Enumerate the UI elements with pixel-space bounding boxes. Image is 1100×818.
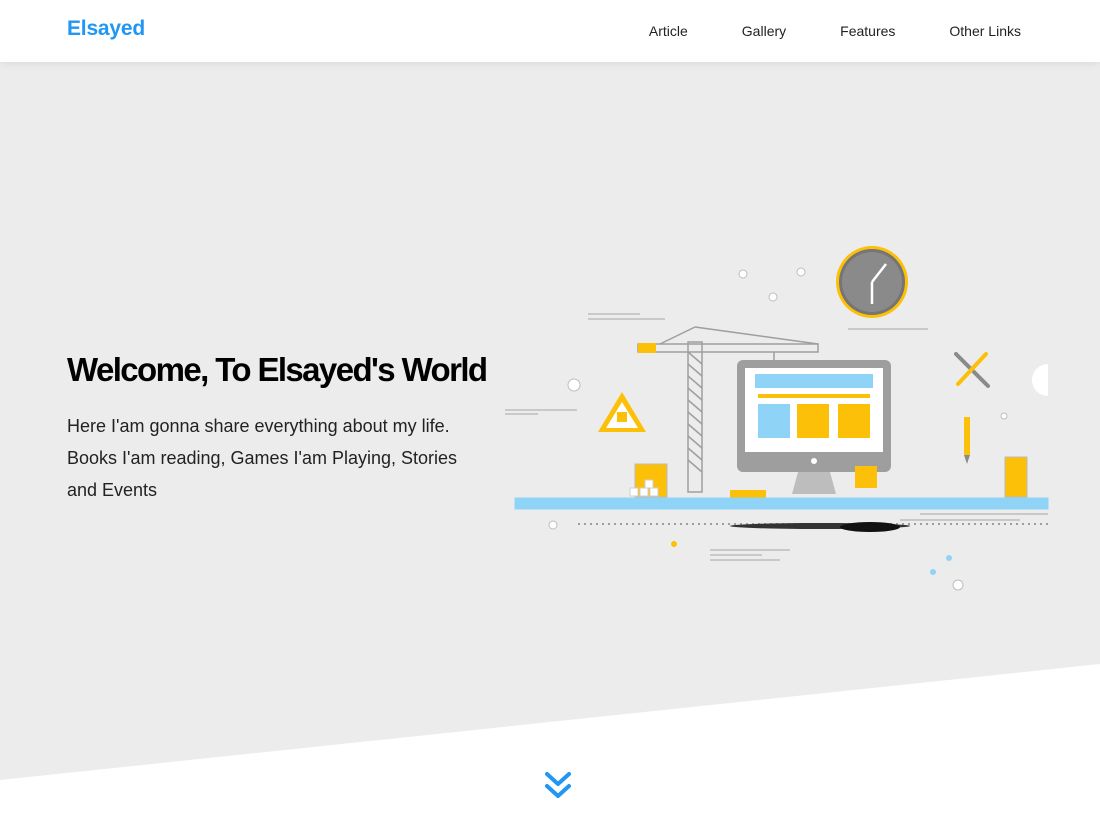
blue-dots xyxy=(930,555,952,575)
hero-description: Here I'am gonna share everything about m… xyxy=(67,416,458,500)
nav-link-features[interactable]: Features xyxy=(813,0,922,62)
nav-item-features: Features xyxy=(813,0,922,62)
floor-strip xyxy=(514,497,1049,510)
construction-illustration xyxy=(505,246,1049,591)
main-nav: Article Gallery Features Other Links xyxy=(622,0,1021,62)
hero-title: Welcome, To Elsayed's World xyxy=(67,351,488,388)
hero-text: Welcome, To Elsayed's World Here I'am go… xyxy=(67,348,488,506)
nav-item-other-links: Other Links xyxy=(922,0,1021,62)
landing-section: Welcome, To Elsayed's World Here I'am go… xyxy=(0,62,1100,818)
shadow-smudge-dark xyxy=(840,522,900,532)
warning-sign-icon xyxy=(598,392,646,432)
half-circle xyxy=(1032,364,1048,396)
yellow-small-block xyxy=(730,490,766,498)
clock-icon xyxy=(836,246,908,318)
nav-link-other-links[interactable]: Other Links xyxy=(922,0,1021,62)
yellow-block xyxy=(855,466,877,488)
yellow-cup xyxy=(1004,456,1028,498)
double-chevron-down-icon[interactable] xyxy=(543,770,573,802)
yellow-dot xyxy=(671,541,677,547)
site-logo[interactable]: Elsayed xyxy=(67,17,145,41)
site-header: Elsayed Article Gallery Features Other L… xyxy=(0,0,1100,62)
nav-link-article[interactable]: Article xyxy=(622,0,715,62)
nav-item-article: Article xyxy=(622,0,715,62)
tools-icon xyxy=(954,352,990,388)
nav-item-gallery: Gallery xyxy=(715,0,813,62)
nav-link-gallery[interactable]: Gallery xyxy=(715,0,813,62)
pencil-icon xyxy=(964,417,970,464)
